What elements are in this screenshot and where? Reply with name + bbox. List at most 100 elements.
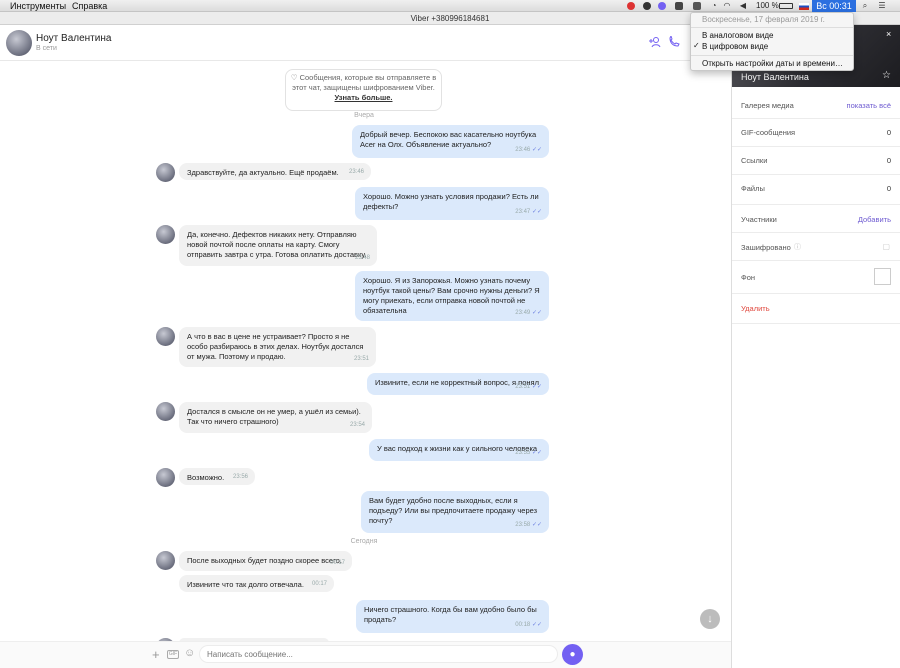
gif-icon[interactable]: GIF <box>167 650 179 659</box>
links-label: Ссылки <box>741 156 768 165</box>
message-text: Ничего страшного. Когда бы вам удобно бы… <box>364 605 537 624</box>
message-outgoing[interactable]: Вам будет удобно после выходных, если я … <box>361 491 549 533</box>
clock-icon[interactable]: ◔ <box>709 1 719 11</box>
background-label: Фон <box>741 273 756 282</box>
message-time: 23:47 <box>515 209 531 215</box>
input-source-flag-icon[interactable] <box>799 3 809 10</box>
read-check-icon: ✓✓ <box>531 384 542 390</box>
links-row[interactable]: Ссылки 0 <box>732 147 900 175</box>
message-time: 23:49 <box>515 310 531 316</box>
members-row: Участники Добавить <box>732 205 900 233</box>
message-text: Извините что так долго отвечала. <box>187 580 304 589</box>
message-text: А что в вас в цене не устраивает? Просто… <box>187 332 364 361</box>
files-label: Файлы <box>741 184 765 193</box>
sender-avatar[interactable] <box>156 468 175 487</box>
menubar-clock[interactable]: Вс 00:31 <box>812 0 856 12</box>
lock-icon: ▢ <box>882 242 890 251</box>
battery-icon[interactable] <box>779 3 793 9</box>
message-incoming[interactable]: Здравствуйте, да актуально. Ещё продаём.… <box>179 163 371 180</box>
menu-help[interactable]: Справка <box>72 0 107 12</box>
gif-messages-row[interactable]: GIF-сообщения 0 <box>732 119 900 147</box>
tray-app-icon[interactable] <box>675 2 683 10</box>
encrypted-row: Зашифровано ⓘ ▢ <box>732 233 900 261</box>
files-count: 0 <box>886 184 891 193</box>
read-check-icon: ✓✓ <box>531 310 542 316</box>
day-separator: Вчера <box>354 112 374 119</box>
close-icon[interactable]: × <box>886 29 891 39</box>
message-incoming[interactable]: После выходных будет поздно скорее всего… <box>179 551 352 571</box>
menu-bar: Инструменты Справка ◔ ◠ ◀ 100 % Вс 00:31… <box>0 0 900 12</box>
members-label: Участники <box>741 215 777 224</box>
volume-icon[interactable]: ◀ <box>738 1 748 11</box>
tray-app-icon[interactable] <box>693 2 701 10</box>
menu-tools[interactable]: Инструменты <box>10 0 66 12</box>
info-icon[interactable]: ⓘ <box>794 242 801 252</box>
media-gallery-row[interactable]: Галерея медиа показать всё <box>732 91 900 119</box>
message-outgoing[interactable]: Хорошо. Я из Запорожья. Можно узнать поч… <box>355 271 549 321</box>
microphone-button[interactable]: ● <box>562 644 583 665</box>
panel-contact-name: Ноут Валентина <box>741 72 809 82</box>
message-outgoing[interactable]: Ничего страшного. Когда бы вам удобно бы… <box>356 600 549 633</box>
learn-more-link[interactable]: Узнать больше. <box>335 93 393 102</box>
links-count: 0 <box>886 156 891 165</box>
message-text: После выходных будет поздно скорее всего… <box>187 556 342 565</box>
shield-icon: ♡ <box>290 73 300 82</box>
menu-open-datetime-settings[interactable]: Открыть настройки даты и времени… <box>691 59 853 68</box>
tray-app-icon[interactable] <box>627 2 635 10</box>
sticker-icon[interactable]: ☺ <box>184 647 195 659</box>
star-icon[interactable]: ☆ <box>882 70 891 81</box>
clock-menu: Воскресенье, 17 февраля 2019 г. В аналог… <box>690 12 854 71</box>
tray-app-icon[interactable] <box>643 2 651 10</box>
add-participant-icon[interactable] <box>648 36 662 48</box>
delete-button[interactable]: Удалить <box>741 304 770 313</box>
menu-analog[interactable]: В аналоговом виде <box>691 31 853 40</box>
background-swatch[interactable] <box>874 268 891 285</box>
show-all-link[interactable]: показать всё <box>847 101 891 110</box>
message-text: Хорошо. Можно узнать условия продажи? Ес… <box>363 192 539 211</box>
message-input[interactable] <box>199 645 558 663</box>
viber-tray-icon[interactable] <box>658 2 666 10</box>
scroll-down-button[interactable]: ↓ <box>700 609 720 629</box>
battery-percent: 100 % <box>756 1 779 10</box>
plus-icon[interactable]: + <box>152 647 160 662</box>
sender-avatar[interactable] <box>156 163 175 182</box>
background-row[interactable]: Фон <box>732 261 900 294</box>
encryption-notice: ♡ Сообщения, которые вы отправляете в эт… <box>285 69 442 111</box>
contact-avatar[interactable] <box>6 30 32 56</box>
message-incoming[interactable]: Извините что так долго отвечала. 00:17 <box>179 575 334 592</box>
message-time: 23:46 <box>515 147 531 153</box>
gif-label: GIF-сообщения <box>741 128 796 137</box>
message-outgoing[interactable]: Извините, если не корректный вопрос, я п… <box>367 373 549 395</box>
contact-name[interactable]: Ноут Валентина <box>36 33 111 44</box>
message-time: 00:18 <box>515 622 531 628</box>
add-member-link[interactable]: Добавить <box>858 215 891 224</box>
read-check-icon: ✓✓ <box>531 147 542 153</box>
message-text: Хорошо. Я из Запорожья. Можно узнать поч… <box>363 276 540 315</box>
call-icon[interactable] <box>668 36 680 48</box>
sender-avatar[interactable] <box>156 225 175 244</box>
message-incoming[interactable]: Да, конечно. Дефектов никаких нету. Отпр… <box>179 225 377 266</box>
wifi-icon[interactable]: ◠ <box>722 1 732 11</box>
message-outgoing[interactable]: У вас подход к жизни как у сильного чело… <box>369 439 549 461</box>
delete-row[interactable]: Удалить <box>732 294 900 324</box>
message-incoming[interactable]: Возможно. 23:56 <box>179 468 255 485</box>
message-outgoing[interactable]: Хорошо. Можно узнать условия продажи? Ес… <box>355 187 549 220</box>
message-time: 23:55 <box>515 450 531 456</box>
read-check-icon: ✓✓ <box>531 622 542 628</box>
message-time: 23:48 <box>354 255 370 261</box>
message-incoming[interactable]: Достался в смысле он не умер, а ушёл из … <box>179 402 372 433</box>
message-time: 00:17 <box>329 560 345 566</box>
sender-avatar[interactable] <box>156 327 175 346</box>
sender-avatar[interactable] <box>156 402 175 421</box>
sender-avatar[interactable] <box>156 551 175 570</box>
files-row[interactable]: Файлы 0 <box>732 175 900 205</box>
read-check-icon: ✓✓ <box>531 522 542 528</box>
read-check-icon: ✓✓ <box>531 209 542 215</box>
menu-digital[interactable]: В цифровом виде <box>691 42 853 51</box>
message-incoming[interactable]: А что в вас в цене не устраивает? Просто… <box>179 327 376 367</box>
notification-center-icon[interactable]: ☰ <box>877 1 887 11</box>
message-text: У вас подход к жизни как у сильного чело… <box>377 444 538 453</box>
chat-messages[interactable]: ♡ Сообщения, которые вы отправляете в эт… <box>0 61 731 641</box>
search-icon[interactable]: ⌕ <box>860 1 870 11</box>
message-outgoing[interactable]: Добрый вечер. Беспокою вас касательно но… <box>352 125 549 158</box>
